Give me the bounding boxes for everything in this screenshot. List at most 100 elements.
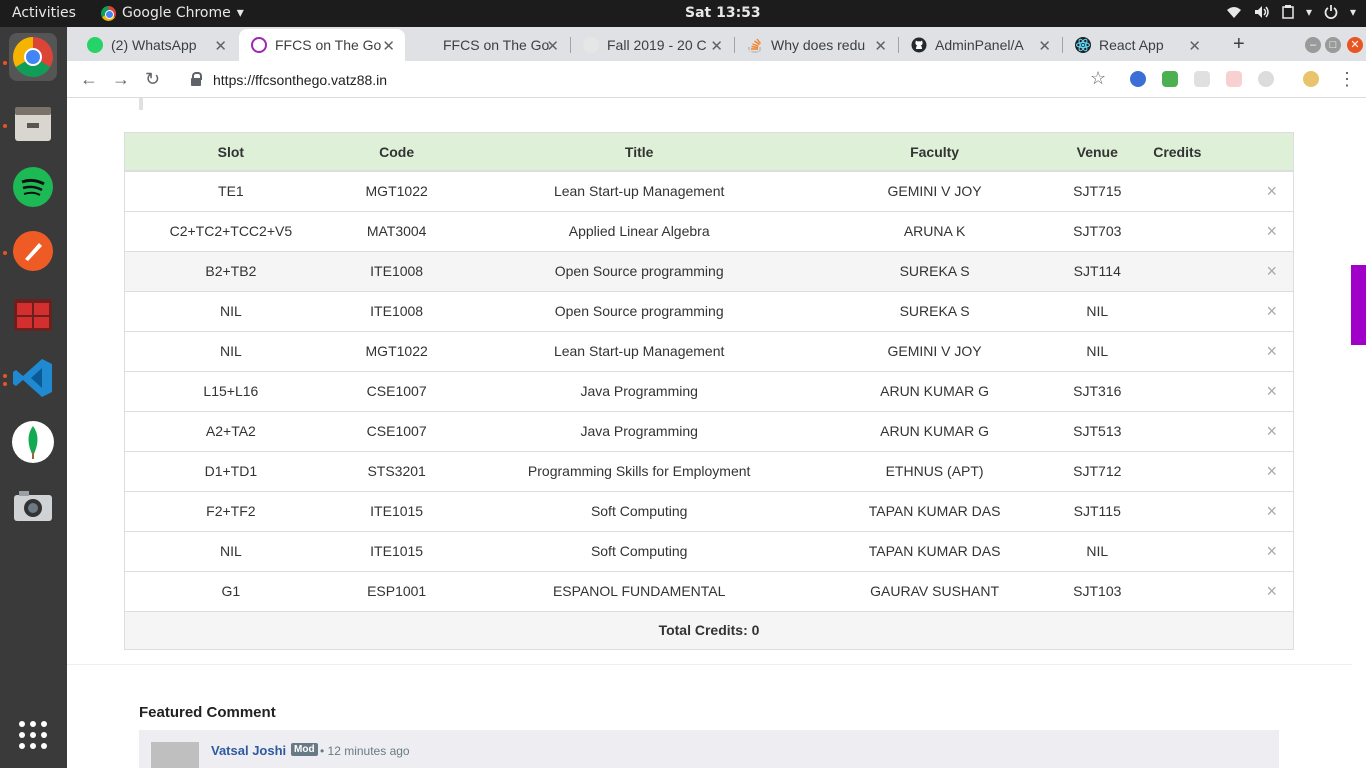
close-tab-icon[interactable]: ✕ (214, 37, 227, 55)
close-tab-icon[interactable]: ✕ (874, 37, 887, 55)
url-text[interactable]: https://ffcsonthego.vatz88.in (213, 72, 387, 88)
chrome-launcher[interactable] (9, 33, 57, 81)
forward-arrow-icon[interactable]: → (112, 69, 130, 90)
tab-fall-2019[interactable]: Fall 2019 - 20 C ✕ (571, 29, 733, 61)
ffcs-favicon-icon (251, 37, 267, 53)
column-header: Credits (1147, 133, 1293, 172)
remove-course-icon[interactable]: × (1147, 171, 1293, 211)
table-cell: ETHNUS (APT) (885, 463, 984, 479)
remove-course-icon[interactable]: × (1147, 451, 1293, 491)
terminal-launcher[interactable] (9, 291, 57, 339)
close-tab-icon[interactable]: ✕ (710, 37, 723, 55)
whatsapp-icon (87, 37, 103, 53)
table-cell: GEMINI V JOY (887, 343, 982, 359)
extension-icon[interactable] (1194, 71, 1210, 87)
remove-course-icon[interactable]: × (1147, 531, 1293, 571)
table-cell: NIL (1086, 303, 1109, 319)
extension-icon[interactable] (1258, 71, 1274, 87)
mongodb-compass-launcher[interactable] (9, 418, 57, 466)
table-cell: Java Programming (580, 383, 698, 399)
more-menu-icon[interactable]: ⋮ (1338, 69, 1356, 90)
table-cell: TE1 (218, 183, 244, 200)
extension-icon[interactable] (1226, 71, 1242, 87)
table-cell: C2+TC2+TCC2+V5 (169, 223, 293, 239)
system-tray[interactable]: ▾ ▾ (1226, 5, 1356, 19)
table-cell: SJT114 (1073, 263, 1121, 279)
feedback-side-tab[interactable] (1351, 265, 1366, 345)
remove-course-icon[interactable]: × (1147, 371, 1293, 411)
minimize-window-button[interactable]: – (1305, 37, 1321, 53)
table-row: C2+TC2+TCC2+V5 MAT3004 Applied Linear Alge… (125, 211, 1293, 251)
extension-icon[interactable] (1130, 71, 1146, 87)
files-launcher[interactable] (9, 99, 57, 147)
app-menu[interactable]: Google Chrome ▾ (101, 5, 244, 21)
caret-down-icon: ▾ (236, 5, 244, 21)
tab-ffcs-active[interactable]: FFCS on The Go ✕ (239, 29, 405, 61)
table-cell: MGT1022 (365, 343, 428, 359)
featured-comment-heading: Featured Comment (139, 704, 276, 721)
comment-author[interactable]: Vatsal Joshi (211, 743, 286, 758)
browser-toolbar: ← → ↻ https://ffcsonthego.vatz88.in ☆ ⋮ (67, 61, 1366, 98)
tab-label: FFCS on The Go (443, 37, 550, 53)
maximize-window-button[interactable]: □ (1325, 37, 1341, 53)
back-arrow-icon[interactable]: ← (80, 69, 98, 90)
total-credits: Total Credits: 0 (658, 622, 760, 639)
close-tab-icon[interactable]: ✕ (1188, 37, 1201, 55)
remove-course-icon[interactable]: × (1147, 411, 1293, 451)
course-rows: TE1 MGT1022 Lean Start-up Management GEMINI… (125, 171, 1293, 611)
comment-time[interactable]: • 12 minutes ago (320, 744, 410, 758)
app-grid-icon (19, 721, 47, 749)
table-cell: A2+TA2 (205, 423, 256, 439)
table-row: NIL MGT1022 Lean Start-up Management GEMINI… (125, 331, 1293, 371)
tab-ffcs[interactable]: FFCS on The Go ✕ (407, 29, 569, 61)
table-cell: G1 (221, 583, 241, 599)
profile-avatar[interactable] (1303, 71, 1319, 87)
postman-icon (13, 231, 53, 271)
github-icon (911, 37, 927, 53)
remove-course-icon[interactable]: × (1147, 331, 1293, 371)
address-bar[interactable]: https://ffcsonthego.vatz88.in (187, 66, 1237, 94)
wifi-icon (1226, 7, 1241, 18)
reload-icon[interactable]: ↻ (145, 69, 160, 90)
table-cell: SJT513 (1073, 423, 1122, 439)
tab-whatsapp[interactable]: (2) WhatsApp ✕ (75, 29, 237, 61)
table-cell: B2+TB2 (205, 263, 257, 279)
tab-react-app[interactable]: React App ✕ (1063, 29, 1211, 61)
tab-stackoverflow[interactable]: Why does redu ✕ (735, 29, 897, 61)
close-tab-icon[interactable]: ✕ (1038, 37, 1051, 55)
table-cell: GAURAV SUSHANT (870, 583, 1000, 599)
close-window-button[interactable]: ✕ (1347, 37, 1363, 53)
vscode-launcher[interactable] (9, 354, 57, 402)
running-indicator (3, 124, 7, 128)
table-row: NIL ITE1015 Soft Computing TAPAN KUMAR DAS N… (125, 531, 1293, 571)
show-applications-button[interactable] (9, 711, 57, 759)
close-tab-icon[interactable]: ✕ (382, 37, 395, 55)
featured-comment: Vatsal Joshi Mod • 12 minutes ago (139, 730, 1279, 768)
table-cell: ITE1008 (370, 303, 424, 319)
remove-course-icon[interactable]: × (1147, 251, 1293, 291)
remove-course-icon[interactable]: × (1147, 571, 1293, 611)
table-cell: MGT1022 (365, 183, 428, 200)
avatar[interactable] (151, 742, 199, 768)
activities-button[interactable]: Activities (12, 5, 76, 21)
remove-course-icon[interactable]: × (1147, 491, 1293, 531)
new-tab-button[interactable]: + (1233, 33, 1245, 56)
bookmark-star-icon[interactable]: ☆ (1090, 68, 1106, 89)
timetable-table: Slot Code Title Faculty Venue Credits TE… (124, 132, 1294, 650)
column-header: Venue (1047, 133, 1148, 172)
spotify-launcher[interactable] (9, 163, 57, 211)
table-cell: Soft Computing (590, 503, 688, 519)
section-divider (67, 664, 1352, 665)
camera-icon (14, 491, 52, 521)
camera-launcher[interactable] (9, 483, 57, 531)
remove-course-icon[interactable]: × (1147, 211, 1293, 251)
table-cell: D1+TD1 (204, 463, 258, 479)
remove-course-icon[interactable]: × (1147, 291, 1293, 331)
postman-launcher[interactable] (9, 227, 57, 275)
extension-icon[interactable] (1162, 71, 1178, 87)
close-tab-icon[interactable]: ✕ (546, 37, 559, 55)
table-row: B2+TB2 ITE1008 Open Source programming SURE… (125, 251, 1293, 291)
table-cell: ARUNA K (903, 223, 966, 239)
clock[interactable]: Sat 13:53 (685, 5, 761, 21)
tab-github[interactable]: AdminPanel/A ✕ (899, 29, 1061, 61)
